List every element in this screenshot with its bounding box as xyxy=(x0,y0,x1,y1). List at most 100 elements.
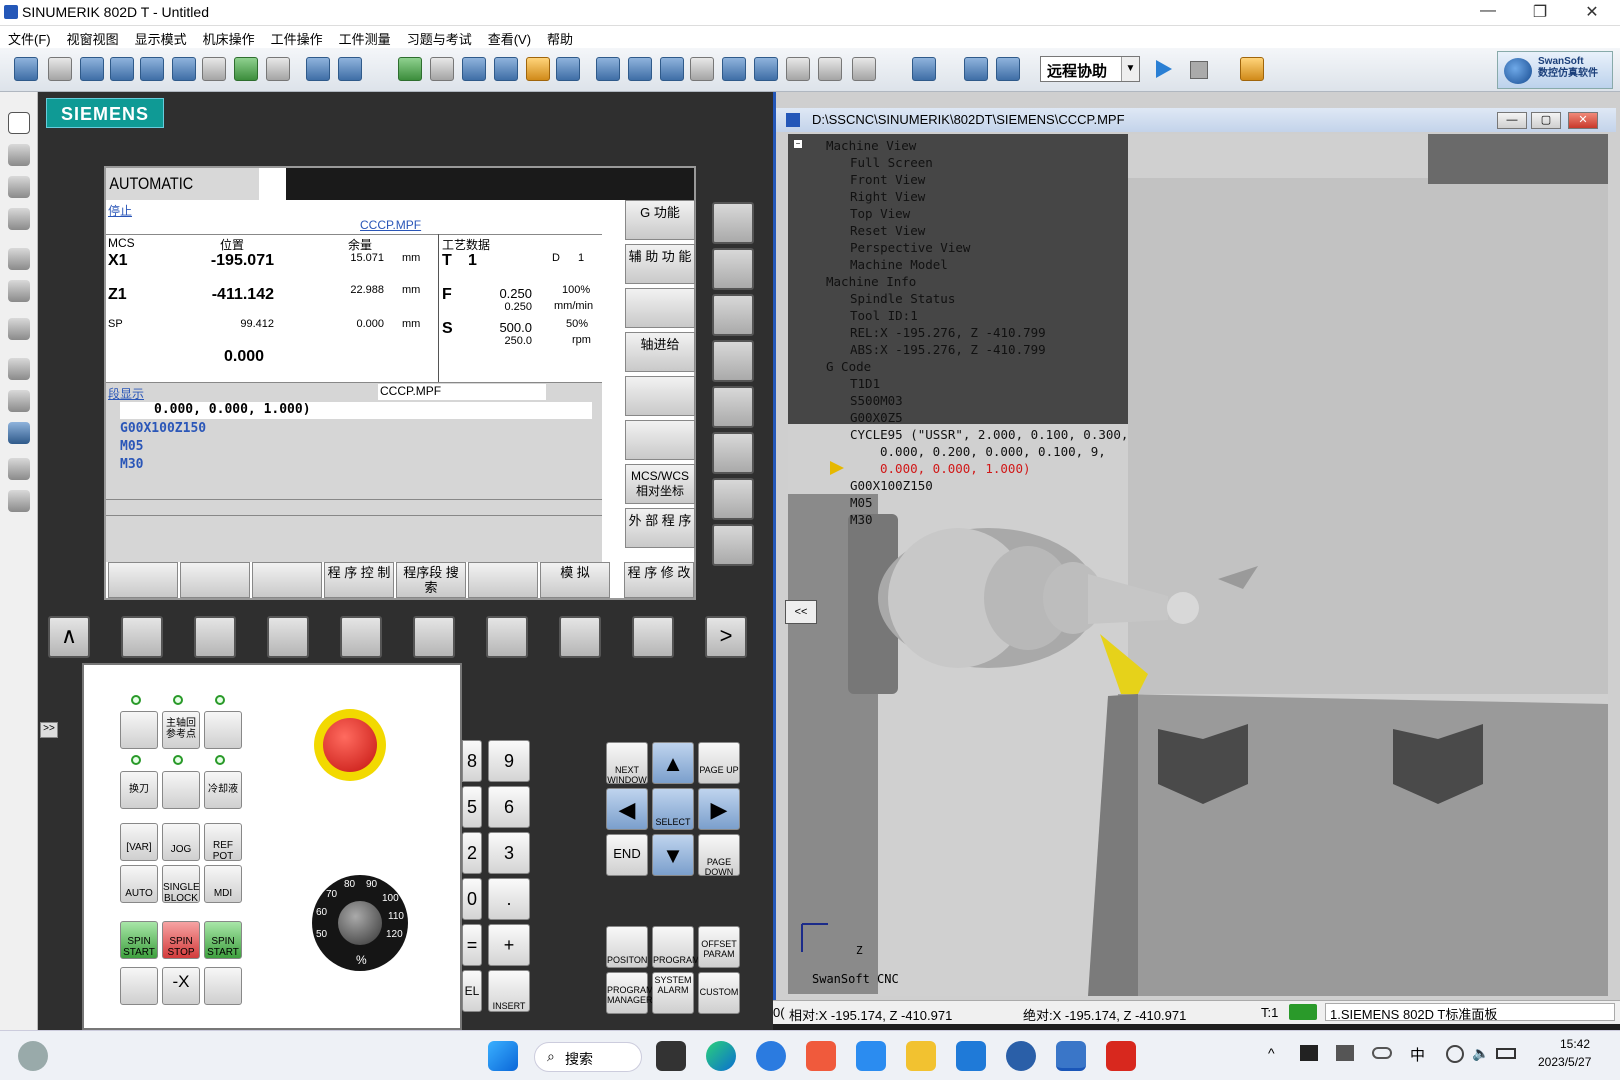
program-key[interactable]: PROGRAM xyxy=(652,926,700,968)
emergency-stop-button[interactable] xyxy=(314,709,386,781)
zoom-in-icon[interactable] xyxy=(80,57,104,81)
sinumerik-taskbar-icon[interactable] xyxy=(1056,1041,1086,1071)
key-2[interactable]: 2 xyxy=(462,832,482,874)
key-plus[interactable]: + xyxy=(488,924,530,966)
coolant-key[interactable]: 冷却液 xyxy=(204,771,242,809)
tool-change-key[interactable]: 换刀 xyxy=(120,771,158,809)
softkey-block-search[interactable]: 程序段 搜 索 xyxy=(396,562,466,598)
mail-icon[interactable] xyxy=(956,1041,986,1071)
pointer-icon[interactable] xyxy=(48,57,72,81)
mdi-key[interactable]: MDI xyxy=(204,865,242,903)
viewport-maximize-button[interactable]: ▢ xyxy=(1531,112,1561,129)
key-8[interactable]: 8 xyxy=(462,740,482,782)
softkey-bottom-2[interactable] xyxy=(180,562,250,598)
softkey-g-function[interactable]: G 功能 xyxy=(625,200,695,240)
spindle-ref-key[interactable]: 主轴回 参考点 xyxy=(162,711,200,749)
blank-key[interactable] xyxy=(120,711,158,749)
coolant-icon[interactable] xyxy=(556,57,580,81)
remote-assist-select[interactable]: 远程协助 ▼ xyxy=(1040,56,1140,82)
menu-display-mode[interactable]: 显示模式 xyxy=(127,26,195,48)
rotate-icon[interactable] xyxy=(234,57,258,81)
insert-key[interactable]: INSERT xyxy=(488,970,530,1012)
softkey-program-edit[interactable]: 程 序 修 改 xyxy=(624,562,694,598)
key-9[interactable]: 9 xyxy=(488,740,530,782)
spin-start-key[interactable]: SPIN START xyxy=(120,921,158,959)
pencil-icon[interactable] xyxy=(8,176,30,198)
offset-param-key[interactable]: OFFSET PARAM xyxy=(698,926,740,968)
tree-full-screen[interactable]: Full Screen xyxy=(850,155,933,170)
key-6[interactable]: 6 xyxy=(488,786,530,828)
save-record-icon[interactable] xyxy=(996,57,1020,81)
arrow-down-key[interactable]: ▼ xyxy=(652,834,694,876)
hw-softkey[interactable] xyxy=(194,616,236,658)
custom-key[interactable]: CUSTOM xyxy=(698,972,740,1014)
program-manager-key[interactable]: PROGRAM MANAGER xyxy=(606,972,654,1014)
menu-view-window[interactable]: 视窗视图 xyxy=(59,26,127,48)
zoom-fit-icon[interactable] xyxy=(172,57,196,81)
blank-key[interactable] xyxy=(204,967,242,1005)
side-key[interactable] xyxy=(712,478,754,520)
softkey-mcs-wcs[interactable]: MCS/WCS 相对坐标 xyxy=(625,464,695,504)
swansoft-taskbar-icon[interactable] xyxy=(1006,1041,1036,1071)
key-dot[interactable]: . xyxy=(488,878,530,920)
softkey-simulation[interactable]: 模 拟 xyxy=(540,562,610,598)
softkey-blank-1[interactable] xyxy=(625,288,695,328)
ime-indicator[interactable]: 中 xyxy=(1410,1044,1425,1065)
tailstock-icon[interactable] xyxy=(722,57,746,81)
arrow-up-key[interactable]: ▲ xyxy=(652,742,694,784)
menu-file[interactable]: 文件(F) xyxy=(0,26,59,48)
menu-workpiece-measure[interactable]: 工件测量 xyxy=(331,26,399,48)
softkey-axis-feed[interactable]: 轴进给 xyxy=(625,332,695,372)
view-dropdown-icon[interactable] xyxy=(338,57,362,81)
exit-icon[interactable] xyxy=(1240,57,1264,81)
magnet-icon[interactable] xyxy=(786,57,810,81)
menu-exercises[interactable]: 习题与考试 xyxy=(399,26,480,48)
zoom-out-icon[interactable] xyxy=(110,57,134,81)
frame-icon[interactable] xyxy=(8,112,30,134)
hw-softkey[interactable] xyxy=(632,616,674,658)
task-view-icon[interactable] xyxy=(656,1041,686,1071)
hw-softkey[interactable] xyxy=(267,616,309,658)
side-key[interactable] xyxy=(712,248,754,290)
volume-tray-icon[interactable]: 🔈 xyxy=(1472,1045,1489,1062)
edge-icon[interactable] xyxy=(706,1041,736,1071)
widgets-icon[interactable] xyxy=(18,1041,48,1071)
page-up-key[interactable]: PAGE UP xyxy=(698,742,740,784)
spin-start-ccw-key[interactable]: SPIN START xyxy=(204,921,242,959)
network-tray-icon[interactable] xyxy=(1300,1045,1318,1061)
select-key[interactable]: SELECT xyxy=(652,788,694,830)
import-icon[interactable] xyxy=(8,490,30,512)
restore-button[interactable]: ❐ xyxy=(1520,2,1560,22)
page-down-key[interactable]: PAGE DOWN xyxy=(698,834,740,877)
softkey-bottom-6[interactable] xyxy=(468,562,538,598)
pan-icon[interactable] xyxy=(202,57,226,81)
softkey-bottom-3[interactable] xyxy=(252,562,322,598)
chuck3-icon[interactable] xyxy=(660,57,684,81)
softkey-bottom-1[interactable] xyxy=(108,562,178,598)
hw-softkey[interactable] xyxy=(121,616,163,658)
side-key[interactable] xyxy=(712,202,754,244)
record-icon[interactable] xyxy=(964,57,988,81)
side-key[interactable] xyxy=(712,432,754,474)
axis-icon[interactable] xyxy=(754,57,778,81)
gauge-icon[interactable] xyxy=(818,57,842,81)
jog-key[interactable]: JOG xyxy=(162,823,200,861)
cube-icon[interactable] xyxy=(494,57,518,81)
play-icon[interactable] xyxy=(1156,60,1172,78)
single-block-key[interactable]: SINGLE BLOCK xyxy=(162,865,200,904)
clock-date[interactable]: 2023/5/27 xyxy=(1538,1055,1591,1069)
eraser-icon[interactable] xyxy=(8,144,30,166)
zoom-window-icon[interactable] xyxy=(140,57,164,81)
side-key[interactable] xyxy=(712,524,754,566)
chuck-icon[interactable] xyxy=(596,57,620,81)
onedrive-tray-icon[interactable] xyxy=(1372,1047,1392,1059)
end-key[interactable]: END xyxy=(606,834,648,876)
close-button[interactable]: ✕ xyxy=(1572,2,1612,22)
tree-machine-model[interactable]: Machine Model xyxy=(850,257,948,272)
workpiece-icon[interactable] xyxy=(398,57,422,81)
chuck4-icon[interactable] xyxy=(690,57,714,81)
menu-view[interactable]: 查看(V) xyxy=(480,26,539,48)
magnifier-icon[interactable] xyxy=(8,318,30,340)
tool-icon[interactable] xyxy=(430,57,454,81)
tree-top-view[interactable]: Top View xyxy=(850,206,910,221)
